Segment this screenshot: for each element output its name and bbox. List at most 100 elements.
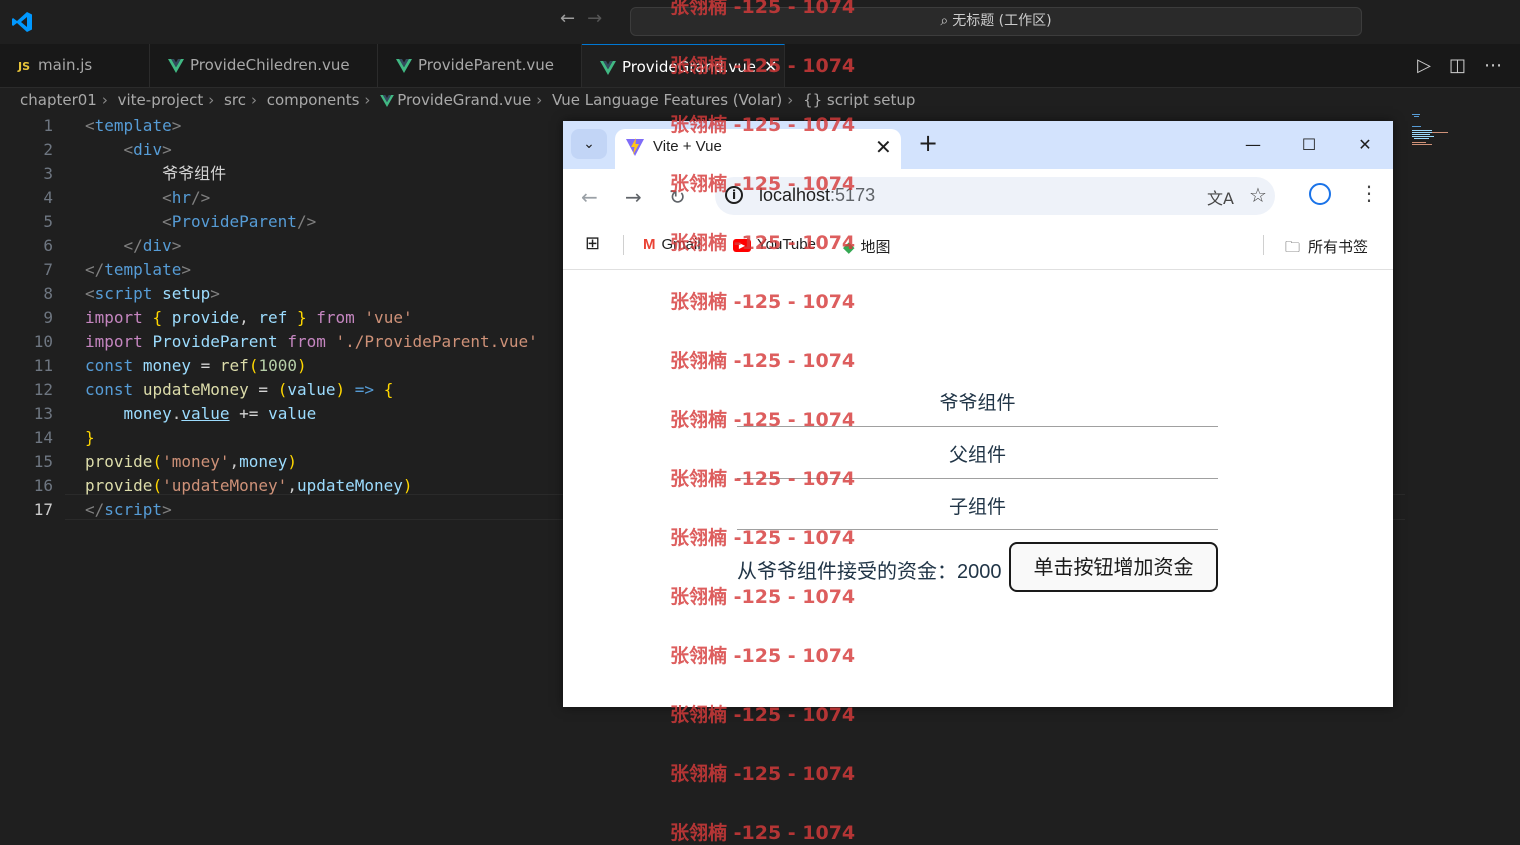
title-bar: ← → ⌕ 无标题 (工作区) [0, 0, 1520, 44]
tab-provide-chiledren[interactable]: ProvideChiledren.vue [150, 44, 378, 87]
breadcrumb-item[interactable]: src [224, 91, 246, 109]
line-number: 7 [43, 260, 53, 279]
back-arrow-icon[interactable]: ← [560, 8, 575, 29]
browser-window: ⌄ Vite + Vue ✕ + — ☐ ✕ ← → ↻ i localhost:5… [563, 121, 1393, 707]
split-editor-icon[interactable]: ◫ [1449, 55, 1466, 76]
tab-provide-grand[interactable]: ProvideGrand.vue ✕ [582, 44, 785, 87]
browser-toolbar: ← → ↻ i localhost:5173 文A ☆ ⋮ [563, 169, 1393, 223]
site-info-icon[interactable]: i [725, 186, 743, 204]
bookmarks-separator [623, 235, 624, 255]
vue-file-icon [380, 94, 395, 107]
bookmark-label: YouTube [757, 236, 816, 253]
breadcrumb-item[interactable]: components [267, 91, 360, 109]
search-icon: ⌕ [940, 13, 949, 29]
parent-component-label: 父组件 [948, 445, 1006, 466]
vscode-logo-icon [12, 12, 32, 32]
tab-label: ProvideGrand.vue [622, 58, 756, 76]
youtube-icon: ▶ [733, 238, 751, 252]
watermark-text: 张翎楠 -125 - 1074 [670, 763, 856, 785]
tab-label: ProvideParent.vue [418, 56, 554, 74]
line-number: 15 [33, 452, 53, 471]
gmail-icon: M [643, 236, 656, 253]
line-number: 11 [33, 356, 53, 375]
line-number: 1 [43, 116, 53, 135]
vite-favicon-icon [626, 138, 644, 156]
vue-file-icon [168, 58, 184, 73]
address-bar[interactable]: i localhost:5173 文A ☆ [715, 177, 1275, 215]
line-number: 5 [43, 212, 53, 231]
child-component-label: 子组件 [948, 497, 1006, 518]
url-host: localhost [759, 185, 831, 205]
tab-label: main.js [38, 56, 93, 74]
bookmark-label: Gmail [661, 236, 701, 253]
all-bookmarks-label: 所有书签 [1308, 239, 1369, 256]
editor-actions: ▷ ◫ ⋯ [1417, 44, 1520, 87]
breadcrumb-item[interactable]: chapter01 [20, 91, 97, 109]
bookmark-youtube[interactable]: ▶ YouTube [733, 236, 816, 253]
line-number: 16 [33, 476, 53, 495]
profile-icon[interactable] [1309, 183, 1331, 205]
bookmarks-separator [1263, 235, 1264, 255]
bookmark-label: 地图 [860, 239, 891, 256]
minimap[interactable] [1410, 114, 1460, 150]
maps-icon: ◆ [843, 239, 855, 256]
menu-kebab-icon[interactable]: ⋮ [1359, 181, 1379, 205]
forward-arrow-icon[interactable]: → [587, 8, 602, 29]
line-number: 4 [43, 188, 53, 207]
tab-label: ProvideChiledren.vue [190, 56, 350, 74]
chevron-right-icon: › [536, 91, 543, 109]
close-window-icon[interactable]: ✕ [1337, 121, 1393, 169]
editor-tab-bar: JS main.js ProvideChiledren.vue ProvidePa… [0, 44, 1520, 88]
forward-icon[interactable]: → [625, 185, 642, 209]
command-center-text: 无标题 (工作区) [952, 13, 1052, 29]
line-number: 13 [33, 404, 53, 423]
line-number: 17 [33, 500, 53, 519]
folder-icon: 🗀 [1285, 239, 1301, 256]
divider [737, 426, 1218, 427]
browser-tab[interactable]: Vite + Vue ✕ [615, 129, 901, 169]
back-icon[interactable]: ← [581, 185, 598, 209]
reload-icon[interactable]: ↻ [669, 185, 686, 209]
js-file-icon: JS [18, 60, 31, 73]
minimize-icon[interactable]: — [1225, 121, 1281, 169]
watermark-text: 张翎楠 -125 - 1074 [670, 822, 856, 844]
tab-search-chevron-icon[interactable]: ⌄ [571, 129, 607, 159]
bookmark-star-icon[interactable]: ☆ [1249, 183, 1267, 207]
browser-tab-title: Vite + Vue [653, 138, 722, 155]
command-center-search[interactable]: ⌕ 无标题 (工作区) [630, 7, 1362, 36]
run-icon[interactable]: ▷ [1417, 55, 1431, 76]
chevron-right-icon: › [787, 91, 794, 109]
grand-component-label: 爷爷组件 [939, 393, 1016, 414]
new-tab-icon[interactable]: + [918, 129, 938, 157]
vue-file-icon [600, 60, 616, 75]
close-tab-icon[interactable]: ✕ [875, 135, 892, 159]
tab-main-js[interactable]: JS main.js [0, 44, 150, 87]
breadcrumb-item[interactable]: ProvideGrand.vue [397, 91, 531, 109]
bookmark-gmail[interactable]: M Gmail [643, 236, 701, 253]
breadcrumb-item[interactable]: vite-project [118, 91, 204, 109]
translate-icon[interactable]: 文A [1207, 185, 1234, 209]
chevron-right-icon: › [101, 91, 108, 109]
line-number: 10 [33, 332, 53, 351]
line-number: 6 [43, 236, 53, 255]
chevron-right-icon: › [364, 91, 371, 109]
add-money-button[interactable]: 单击按钮增加资金 [1009, 542, 1218, 592]
window-controls: — ☐ ✕ [1225, 121, 1393, 169]
chevron-right-icon: › [250, 91, 257, 109]
more-actions-icon[interactable]: ⋯ [1484, 55, 1502, 76]
line-number: 12 [33, 380, 53, 399]
close-tab-icon[interactable]: ✕ [764, 57, 777, 76]
browser-tab-strip: ⌄ Vite + Vue ✕ + — ☐ ✕ [563, 121, 1393, 169]
web-page-content: 爷爷组件 父组件 子组件 从爷爷组件接受的资金：2000 单击按钮增加资金 [563, 270, 1393, 707]
breadcrumb-item[interactable]: Vue Language Features (Volar) [552, 91, 782, 109]
money-received-text: 从爷爷组件接受的资金：2000 [737, 561, 1002, 583]
line-number: 8 [43, 284, 53, 303]
maximize-icon[interactable]: ☐ [1281, 121, 1337, 169]
all-bookmarks[interactable]: 🗀 所有书签 [1285, 236, 1368, 262]
bookmarks-bar: ⊞ M Gmail ▶ YouTube ◆ 地图 🗀 所有书签 [563, 223, 1393, 270]
apps-grid-icon[interactable]: ⊞ [585, 233, 600, 254]
tab-provide-parent[interactable]: ProvideParent.vue [378, 44, 582, 87]
bookmark-maps[interactable]: ◆ 地图 [843, 236, 891, 257]
url-text: localhost:5173 [759, 185, 875, 206]
breadcrumb-item[interactable]: {} script setup [803, 91, 915, 109]
